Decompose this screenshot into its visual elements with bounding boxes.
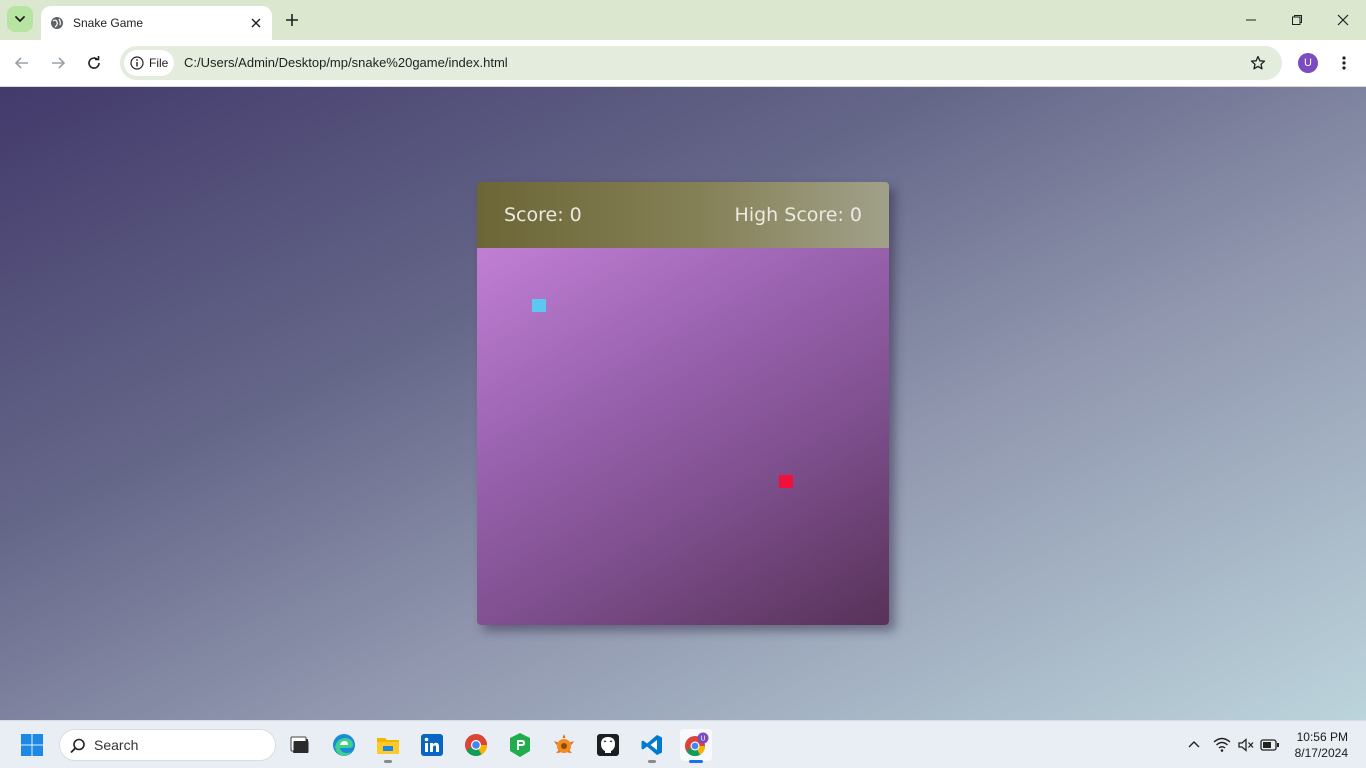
more-vertical-icon — [1342, 56, 1346, 70]
taskbar-search-placeholder: Search — [94, 737, 139, 753]
back-button[interactable] — [11, 52, 33, 74]
taskbar-app-github[interactable] — [592, 729, 624, 761]
arrow-left-icon — [14, 57, 28, 69]
profile-avatar[interactable]: U — [1298, 53, 1318, 73]
globe-icon — [49, 15, 65, 31]
taskbar: Search U 10:56 PM 8/17/2024 — [0, 720, 1366, 768]
reload-icon — [88, 56, 100, 69]
running-indicator — [648, 760, 656, 763]
taskbar-app-chrome-profile[interactable]: U — [680, 729, 712, 763]
star-icon — [1250, 55, 1266, 70]
new-tab-button[interactable] — [282, 10, 302, 30]
taskbar-app-green[interactable] — [504, 729, 536, 761]
active-indicator — [689, 760, 703, 763]
minimize-icon — [1246, 19, 1256, 21]
running-indicator — [384, 760, 392, 763]
restore-icon — [1292, 15, 1302, 25]
search-icon — [70, 738, 85, 754]
arrow-right-icon — [52, 57, 66, 69]
svg-text:U: U — [700, 736, 705, 743]
windows-icon — [21, 734, 43, 756]
taskbar-app-linkedin[interactable] — [416, 729, 448, 761]
wifi-icon — [1213, 737, 1231, 752]
taskbar-app-vscode[interactable] — [636, 729, 668, 763]
edge-icon — [333, 734, 355, 756]
close-icon — [1337, 14, 1349, 26]
taskbar-app-sun[interactable] — [548, 729, 580, 761]
chevron-down-icon — [15, 16, 25, 23]
taskbar-app-file-explorer[interactable] — [372, 729, 404, 763]
high-score-display: High Score: 0 — [734, 204, 862, 226]
minimize-button[interactable] — [1228, 0, 1274, 40]
clock-time: 10:56 PM — [1296, 730, 1348, 744]
folder-icon — [377, 738, 399, 754]
snake-game-container: Score: 0 High Score: 0 — [477, 182, 889, 625]
game-header: Score: 0 High Score: 0 — [477, 182, 889, 248]
system-clock[interactable]: 10:56 PM 8/17/2024 — [1295, 729, 1348, 761]
clock-date: 8/17/2024 — [1294, 746, 1348, 760]
taskbar-app-task-view[interactable] — [284, 729, 316, 761]
battery-status[interactable] — [1260, 735, 1280, 755]
tab-search-button[interactable] — [7, 6, 33, 32]
chevron-up-icon — [1188, 741, 1200, 748]
snake-head — [532, 299, 546, 312]
restore-button[interactable] — [1274, 0, 1320, 40]
reload-button[interactable] — [83, 52, 105, 74]
bookmark-star-button[interactable] — [1248, 53, 1268, 73]
chrome-profile-icon: U — [685, 732, 709, 757]
info-icon — [130, 56, 144, 70]
game-board[interactable] — [477, 248, 889, 625]
url-text[interactable]: C:/Users/Admin/Desktop/mp/snake%20game/i… — [184, 55, 508, 70]
taskbar-search-box[interactable]: Search — [59, 729, 276, 761]
chrome-icon — [465, 734, 487, 756]
tab-snake-game[interactable]: Snake Game — [41, 6, 272, 40]
plus-icon — [286, 14, 298, 26]
address-bar[interactable]: File C:/Users/Admin/Desktop/mp/snake%20g… — [120, 46, 1282, 80]
forward-button[interactable] — [47, 52, 69, 74]
browser-toolbar: File C:/Users/Admin/Desktop/mp/snake%20g… — [0, 40, 1366, 87]
site-info-label: File — [149, 56, 169, 70]
sun-app-icon — [554, 734, 574, 753]
github-icon — [597, 734, 619, 756]
taskbar-app-chrome[interactable] — [460, 729, 492, 761]
wifi-status[interactable] — [1212, 735, 1232, 755]
score-display: Score: 0 — [504, 204, 582, 226]
tab-strip: Snake Game — [0, 0, 1366, 40]
browser-menu-button[interactable] — [1334, 52, 1354, 74]
taskbar-app-edge[interactable] — [328, 729, 360, 761]
volume-muted-icon — [1238, 738, 1254, 752]
volume-status[interactable] — [1236, 735, 1256, 755]
green-shield-app-icon — [510, 733, 530, 757]
battery-icon — [1260, 739, 1279, 751]
task-view-icon — [290, 736, 309, 753]
start-button[interactable] — [20, 733, 44, 757]
tab-title: Snake Game — [73, 16, 144, 30]
show-hidden-icons-button[interactable] — [1184, 735, 1204, 755]
linkedin-icon — [421, 734, 443, 756]
page-viewport: Score: 0 High Score: 0 — [0, 87, 1366, 720]
site-info-chip[interactable]: File — [124, 50, 174, 76]
food-item — [779, 475, 793, 488]
close-window-button[interactable] — [1320, 0, 1366, 40]
vscode-icon — [641, 735, 662, 755]
close-tab-icon[interactable] — [248, 15, 264, 31]
